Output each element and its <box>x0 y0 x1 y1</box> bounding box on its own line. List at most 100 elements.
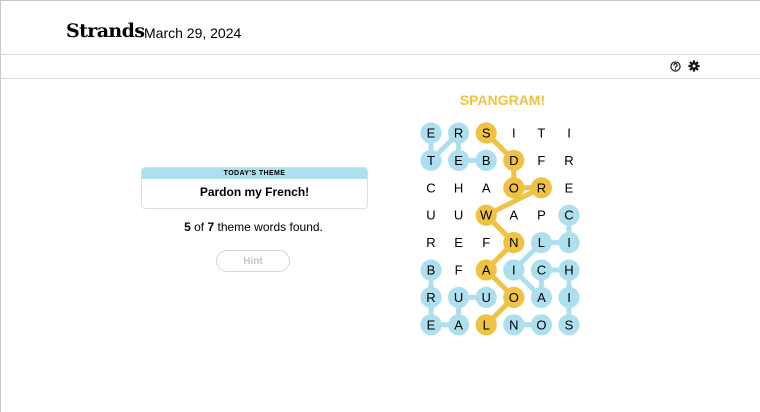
letter-cell[interactable]: A <box>475 259 497 281</box>
found-count: 5 <box>184 220 191 234</box>
letter-cell[interactable]: B <box>420 259 442 281</box>
letter-cell[interactable]: T <box>537 126 545 141</box>
cell-letter: D <box>509 153 518 168</box>
letter-cell[interactable]: A <box>530 286 552 308</box>
letter-cell[interactable]: C <box>558 204 580 226</box>
cell-letter: F <box>537 153 545 168</box>
letter-cell[interactable]: R <box>448 122 470 144</box>
letter-cell[interactable]: C <box>426 180 435 195</box>
letter-cell[interactable]: O <box>503 286 525 308</box>
toolbar <box>0 55 760 79</box>
letter-cell[interactable]: U <box>448 286 470 308</box>
letter-cell[interactable]: U <box>475 286 497 308</box>
cell-letter: I <box>512 263 516 278</box>
letter-cell[interactable]: F <box>482 235 490 250</box>
progress-suffix: theme words found. <box>214 220 323 234</box>
letter-cell[interactable]: I <box>558 286 580 308</box>
letter-cell[interactable]: T <box>420 149 442 171</box>
cell-letter: A <box>509 208 518 223</box>
letter-cell[interactable]: I <box>503 259 525 281</box>
help-circle-icon[interactable] <box>670 61 681 72</box>
letter-cell[interactable]: B <box>475 149 497 171</box>
cell-letter: I <box>512 126 516 141</box>
cell-letter: T <box>427 153 435 168</box>
cell-letter: P <box>537 208 546 223</box>
letter-cell[interactable]: N <box>503 314 525 336</box>
theme-card: TODAY'S THEME Pardon my French! <box>141 167 368 209</box>
letter-cell[interactable]: S <box>558 314 580 336</box>
cell-letter: N <box>509 235 518 250</box>
header: Strands March 29, 2024 <box>0 0 760 55</box>
letter-cell[interactable]: O <box>530 314 552 336</box>
letter-cell[interactable]: R <box>426 235 435 250</box>
cell-letter: C <box>426 180 435 195</box>
cell-letter: U <box>454 208 463 223</box>
cell-letter: A <box>482 180 491 195</box>
letter-grid: E R S I T IT E B D F RC H A O R EU U W A P CR E F N L IB F A I C HR U U O… <box>420 122 580 336</box>
letter-cell[interactable]: E <box>565 180 574 195</box>
cell-letter: C <box>537 263 546 278</box>
cell-letter: E <box>427 317 436 332</box>
theme-heading: TODAY'S THEME <box>142 168 367 179</box>
progress-text: 5 of 7 theme words found. <box>141 220 366 234</box>
theme-title: Pardon my French! <box>199 185 310 199</box>
cell-letter: R <box>454 126 463 141</box>
cell-letter: A <box>454 317 463 332</box>
letter-cell[interactable]: A <box>448 314 470 336</box>
puzzle-date: March 29, 2024 <box>144 25 242 41</box>
letter-cell[interactable]: R <box>530 177 552 199</box>
letter-cell[interactable]: U <box>426 208 435 223</box>
cell-letter: R <box>426 290 435 305</box>
cell-letter: E <box>427 126 436 141</box>
letter-cell[interactable]: F <box>537 153 545 168</box>
letter-cell[interactable]: U <box>454 208 463 223</box>
letter-cell[interactable]: W <box>475 204 497 226</box>
letter-cell[interactable]: I <box>567 126 571 141</box>
cell-letter: L <box>483 317 490 332</box>
gear-icon[interactable] <box>688 60 700 72</box>
cell-letter: F <box>455 263 463 278</box>
letter-cell[interactable]: E <box>454 235 463 250</box>
cell-letter: T <box>537 126 545 141</box>
cell-letter: U <box>454 290 463 305</box>
cell-letter: U <box>482 290 491 305</box>
letter-cell[interactable]: I <box>558 232 580 254</box>
cell-letter: U <box>426 208 435 223</box>
letter-cell[interactable]: P <box>537 208 546 223</box>
letter-cell[interactable]: R <box>564 153 573 168</box>
progress-of: of <box>190 220 208 234</box>
letter-cell[interactable]: E <box>420 314 442 336</box>
letter-cell[interactable]: L <box>530 232 552 254</box>
letter-cell[interactable]: A <box>482 180 491 195</box>
letter-cell[interactable]: D <box>503 149 525 171</box>
hint-button[interactable]: Hint <box>216 250 290 272</box>
letter-cell[interactable]: F <box>455 263 463 278</box>
letter-cell[interactable]: I <box>512 126 516 141</box>
cell-letter: B <box>427 263 436 278</box>
cell-letter: W <box>480 208 493 223</box>
cell-letter: A <box>482 263 491 278</box>
cell-letter: O <box>536 317 546 332</box>
cell-letter: H <box>454 180 463 195</box>
cell-letter: O <box>509 290 519 305</box>
letter-cell[interactable]: N <box>503 232 525 254</box>
letter-cell[interactable]: C <box>530 259 552 281</box>
letter-cell[interactable]: L <box>475 314 497 336</box>
cell-letter: I <box>567 126 571 141</box>
strands-logo: Strands <box>66 20 145 42</box>
letter-cell[interactable]: R <box>420 286 442 308</box>
letter-cell[interactable]: O <box>503 177 525 199</box>
letter-cell[interactable]: H <box>454 180 463 195</box>
cell-letter: S <box>565 317 574 332</box>
letter-cell[interactable]: A <box>509 208 518 223</box>
cell-letter: E <box>454 153 463 168</box>
letter-cell[interactable]: S <box>475 122 497 144</box>
spangram-banner: SPANGRAM! <box>459 92 546 108</box>
cell-letter: O <box>509 180 519 195</box>
cell-letter: S <box>482 126 491 141</box>
letter-cell[interactable]: E <box>448 149 470 171</box>
cell-letter: F <box>482 235 490 250</box>
cell-letter: E <box>454 235 463 250</box>
letter-cell[interactable]: H <box>558 259 580 281</box>
letter-cell[interactable]: E <box>420 122 442 144</box>
